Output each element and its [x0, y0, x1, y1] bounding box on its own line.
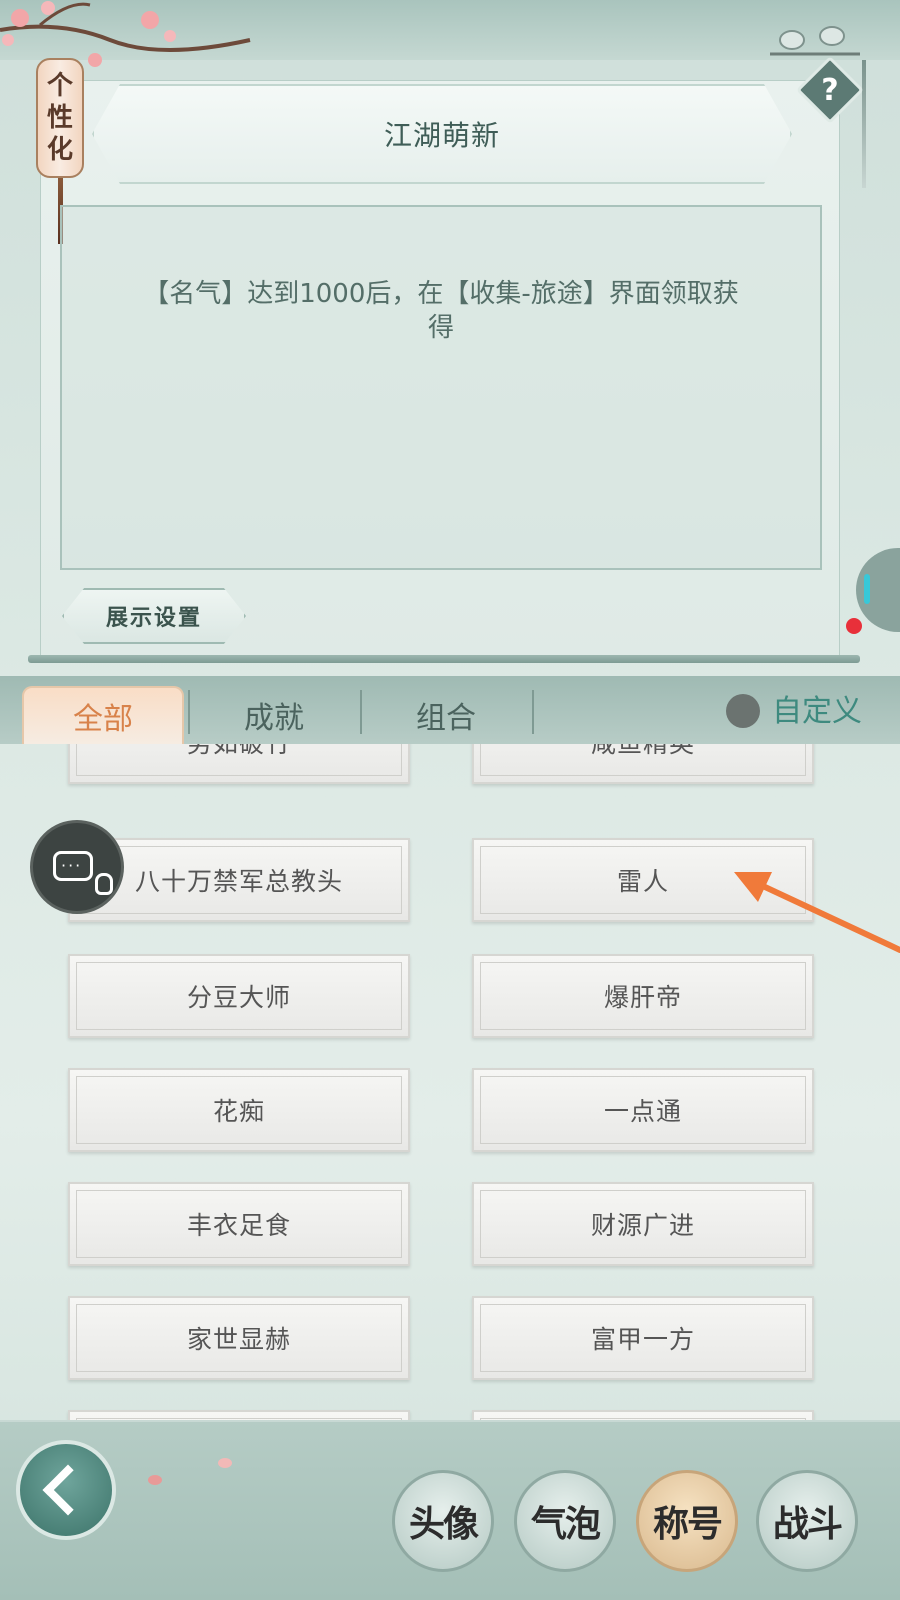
back-button[interactable] [16, 1440, 116, 1540]
tab-all-label: 全部 [73, 702, 133, 737]
title-card-label: 一点通 [603, 1097, 682, 1126]
title-card[interactable]: 富甲一方 [472, 1296, 814, 1380]
lantern-char-3: 化 [46, 135, 73, 165]
chat-button[interactable]: ··· [30, 820, 124, 914]
title-card-label: 花痴 [212, 1097, 265, 1126]
title-card[interactable]: 家世显赫 [68, 1296, 410, 1380]
nav-bubble-label: 气泡 [530, 1503, 601, 1545]
tab-combination[interactable]: 组合 [362, 686, 530, 744]
lantern-char-1: 个 [46, 71, 73, 101]
display-settings-label: 展示设置 [105, 605, 202, 631]
title-card[interactable]: 咸鱼精英 [472, 744, 814, 784]
title-card-label: 爆肝帝 [603, 983, 682, 1012]
title-card-label: 咸鱼精英 [591, 744, 695, 760]
tab-achievement-label: 成就 [244, 701, 304, 736]
title-card-label: 八十万禁军总教头 [134, 867, 343, 896]
selected-title-name: 江湖萌新 [383, 119, 500, 152]
title-card[interactable]: 财源广进 [472, 1182, 814, 1266]
personalize-lantern: 个 性 化 [36, 58, 84, 178]
selected-title-plate: 江湖萌新 [92, 84, 792, 184]
scroll-rod [28, 655, 860, 663]
side-pull-tab[interactable] [856, 548, 900, 632]
title-card-label: 势如破竹 [187, 744, 291, 760]
title-card[interactable]: 一点通 [472, 1068, 814, 1152]
back-arrow-icon [42, 1464, 94, 1516]
tab-achievement[interactable]: 成就 [190, 686, 358, 744]
ellipsis-icon: ··· [61, 856, 83, 875]
custom-label[interactable]: 自定义 [772, 690, 862, 734]
question-icon: ? [821, 72, 839, 108]
custom-toggle-dot[interactable] [726, 694, 760, 728]
notification-dot [846, 618, 862, 634]
title-description-box: 【名气】达到1000后，在【收集-旅途】界面领取获得 [60, 205, 822, 570]
title-card-label: 财源广进 [590, 1211, 695, 1240]
help-pendant [862, 60, 866, 188]
tab-all[interactable]: 全部 [22, 686, 184, 744]
annotation-arrow-icon [734, 872, 900, 953]
title-description: 【名气】达到1000后，在【收集-旅途】界面领取获得 [143, 279, 739, 343]
title-grid: 势如破竹 咸鱼精英 八十万禁军总教头 雷人 分豆大师 爆肝帝 花痴 一点通 丰衣… [0, 744, 900, 1424]
title-card[interactable]: 势如破竹 [68, 744, 410, 784]
petal-decoration [148, 1475, 162, 1485]
nav-avatar-label: 头像 [408, 1503, 479, 1545]
title-card-label: 雷人 [616, 867, 669, 896]
birds-decoration [770, 26, 860, 56]
title-card[interactable]: 花痴 [68, 1068, 410, 1152]
nav-battle[interactable]: 战斗 [756, 1470, 858, 1572]
tab-combination-label: 组合 [416, 701, 476, 736]
title-card-label: 丰衣足食 [186, 1211, 291, 1240]
title-card-label: 分豆大师 [186, 983, 291, 1012]
title-card-label: 家世显赫 [186, 1325, 291, 1354]
nav-title[interactable]: 称号 [636, 1470, 738, 1572]
title-card[interactable]: 分豆大师 [68, 954, 410, 1038]
title-card[interactable]: 丰衣足食 [68, 1182, 410, 1266]
nav-bubble[interactable]: 气泡 [514, 1470, 616, 1572]
display-settings-button[interactable]: 展示设置 [62, 588, 246, 644]
lantern-char-2: 性 [46, 103, 73, 133]
nav-title-label: 称号 [652, 1503, 723, 1545]
petal-decoration [218, 1458, 232, 1468]
wine-jar-icon [95, 873, 113, 895]
title-card-label: 富甲一方 [590, 1325, 695, 1354]
nav-battle-label: 战斗 [772, 1503, 843, 1545]
tab-divider [532, 690, 534, 734]
nav-avatar[interactable]: 头像 [392, 1470, 494, 1572]
